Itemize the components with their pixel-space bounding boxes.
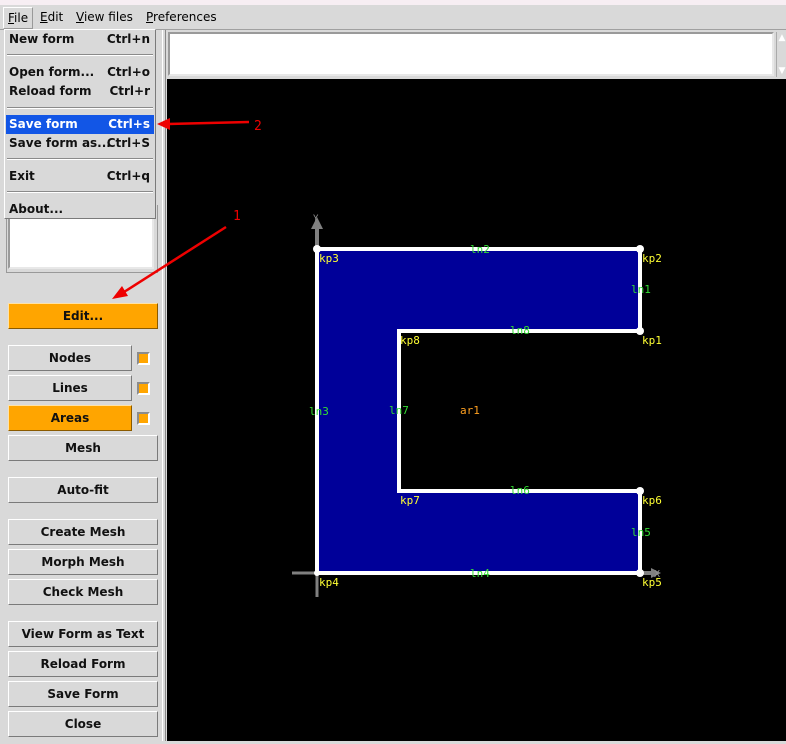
kp1-label: kp1 xyxy=(642,334,662,347)
kp3-label: kp3 xyxy=(319,252,339,265)
menu-item-label: Save form xyxy=(9,117,78,131)
menu-file-rest: ile xyxy=(14,11,29,25)
ln5-label: ln5 xyxy=(631,526,651,539)
area-ar1-label: ar1 xyxy=(460,404,480,417)
item-list[interactable] xyxy=(8,215,154,269)
menu-item-save-form-as[interactable]: Save form as... Ctrl+S xyxy=(6,134,154,153)
menu-item-label: About... xyxy=(9,202,64,216)
kp2-label: kp2 xyxy=(642,252,662,265)
menu-item-save-form[interactable]: Save form Ctrl+s xyxy=(6,115,154,134)
ln8-label: ln8 xyxy=(510,324,530,337)
check-mesh-button[interactable]: Check Mesh xyxy=(8,579,158,605)
kp8-marker[interactable] xyxy=(397,329,401,333)
menu-separator xyxy=(7,191,153,193)
mesh-button[interactable]: Mesh xyxy=(8,435,158,461)
menu-view-mnemonic: V xyxy=(76,10,84,24)
kp5-label: kp5 xyxy=(642,576,662,589)
menu-pref-rest: references xyxy=(153,10,217,24)
reload-form-button[interactable]: Reload Form xyxy=(8,651,158,677)
menu-item-shortcut: Ctrl+n xyxy=(106,32,150,46)
menu-edit-mnemonic: E xyxy=(40,10,48,24)
kp8-label: kp8 xyxy=(400,334,420,347)
ln1-label: ln1 xyxy=(631,283,651,296)
menu-separator xyxy=(7,54,153,56)
menu-separator xyxy=(7,158,153,160)
menu-bar: File Edit View files Preferences xyxy=(0,5,786,30)
geometry-svg: Y X kp1 kp2 kp3 kp4 kp5 kp6 kp7 kp8 ln1 … xyxy=(292,214,662,597)
auto-fit-button[interactable]: Auto-fit xyxy=(8,477,158,503)
menu-item-label: Exit xyxy=(9,169,35,183)
lines-checkbox[interactable] xyxy=(137,382,150,395)
edit-button[interactable]: Edit... xyxy=(8,303,158,329)
geometry-canvas[interactable]: Y X kp1 kp2 kp3 kp4 kp5 kp6 kp7 kp8 ln1 … xyxy=(167,79,786,741)
ln2-label: ln2 xyxy=(470,243,490,256)
close-button[interactable]: Close xyxy=(8,711,158,737)
create-mesh-button[interactable]: Create Mesh xyxy=(8,519,158,545)
menu-file[interactable]: File xyxy=(3,7,34,29)
lines-button[interactable]: Lines xyxy=(8,375,132,401)
ln7-label: ln7 xyxy=(389,404,409,417)
menu-separator xyxy=(7,107,153,109)
ln4-label: ln4 xyxy=(470,567,490,580)
scroll-down-arrow-icon[interactable]: ▼ xyxy=(777,65,786,77)
kp6-label: kp6 xyxy=(642,494,662,507)
panel-splitter[interactable] xyxy=(162,30,166,741)
menu-item-shortcut: Ctrl+r xyxy=(109,84,150,98)
origin-cross xyxy=(292,571,319,597)
file-menu-dropdown: New form Ctrl+n Open form... Ctrl+o Reload… xyxy=(4,29,156,219)
nodes-checkbox[interactable] xyxy=(137,352,150,365)
message-output-textarea[interactable] xyxy=(168,32,774,76)
nodes-button[interactable]: Nodes xyxy=(8,345,132,371)
menu-item-shortcut: Ctrl+s xyxy=(108,117,150,131)
menu-item-about[interactable]: About... xyxy=(6,200,154,219)
menu-view-files[interactable]: View files xyxy=(72,7,137,27)
save-form-button[interactable]: Save Form xyxy=(8,681,158,707)
y-axis-label: Y xyxy=(313,214,319,224)
menu-item-label: Open form... xyxy=(9,65,95,79)
message-scrollbar[interactable]: ▲ ▼ xyxy=(776,32,786,77)
ln6-label: ln6 xyxy=(510,484,530,497)
menu-pref-mnemonic: P xyxy=(146,10,154,24)
menu-item-shortcut: Ctrl+q xyxy=(106,169,150,183)
menu-item-new-form[interactable]: New form Ctrl+n xyxy=(6,30,154,49)
menu-item-exit[interactable]: Exit Ctrl+q xyxy=(6,167,154,186)
menu-item-open-form[interactable]: Open form... Ctrl+o xyxy=(6,63,154,82)
menu-edit[interactable]: Edit xyxy=(36,7,67,27)
areas-button[interactable]: Areas xyxy=(8,405,132,431)
ln3-label: ln3 xyxy=(309,405,329,418)
menu-item-shortcut: Ctrl+S xyxy=(106,136,150,150)
y-axis-arrow: Y xyxy=(311,214,323,247)
menu-preferences[interactable]: Preferences xyxy=(142,7,221,27)
kp7-label: kp7 xyxy=(400,494,420,507)
kp7-marker[interactable] xyxy=(397,489,401,493)
menu-edit-rest: dit xyxy=(47,10,64,24)
menu-item-label: Save form as... xyxy=(9,136,111,150)
menu-item-label: New form xyxy=(9,32,75,46)
scroll-up-arrow-icon[interactable]: ▲ xyxy=(777,32,786,44)
view-form-as-text-button[interactable]: View Form as Text xyxy=(8,621,158,647)
areas-checkbox[interactable] xyxy=(137,412,150,425)
menu-view-rest: iew files xyxy=(83,10,133,24)
menu-item-label: Reload form xyxy=(9,84,92,98)
menu-item-shortcut: Ctrl+o xyxy=(107,65,150,79)
morph-mesh-button[interactable]: Morph Mesh xyxy=(8,549,158,575)
menu-item-reload-form[interactable]: Reload form Ctrl+r xyxy=(6,82,154,101)
kp4-label: kp4 xyxy=(319,576,339,589)
